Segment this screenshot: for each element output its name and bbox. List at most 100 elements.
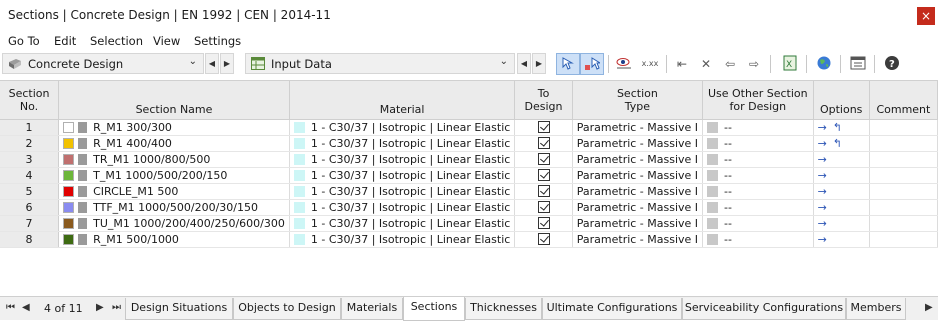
move-left-icon[interactable]: ⇦: [718, 53, 742, 75]
section-name-cell[interactable]: T_M1 1000/500/200/150: [58, 167, 290, 184]
select-in-model-icon[interactable]: [580, 53, 604, 75]
to-design-checkbox[interactable]: [537, 232, 550, 245]
to-design-checkbox[interactable]: [537, 200, 550, 213]
globe-icon[interactable]: [812, 53, 836, 75]
select-in-table-icon[interactable]: [556, 53, 580, 75]
header-comment[interactable]: Comment: [869, 81, 938, 120]
section-type-cell[interactable]: Parametric - Massive I: [572, 215, 704, 232]
tab-serviceability-configurations[interactable]: Serviceability Configurations: [682, 298, 846, 320]
reinforcement-option-icon[interactable]: →: [818, 233, 827, 246]
table-row[interactable]: 8 R_M1 500/1000 1 - C30/37 | Isotropic | L…: [0, 231, 938, 248]
section-type-cell[interactable]: Parametric - Massive I: [572, 183, 704, 200]
header-section-name[interactable]: Section Name: [58, 81, 290, 120]
table-row[interactable]: 1 R_M1 300/300 1 - C30/37 | Isotropic | Li…: [0, 119, 938, 136]
section-name-cell[interactable]: TU_M1 1000/200/400/250/600/300: [58, 215, 290, 232]
stress-strain-icon[interactable]: ↰: [833, 137, 842, 150]
view-eye-icon[interactable]: [612, 53, 636, 75]
header-material[interactable]: Material: [289, 81, 516, 120]
menu-go-to[interactable]: Go To: [8, 34, 40, 48]
header-section-no[interactable]: Section No.: [0, 81, 60, 120]
options-cell[interactable]: →: [813, 183, 870, 200]
prev-table-button[interactable]: ◀: [517, 53, 531, 74]
table-row[interactable]: 4 T_M1 1000/500/200/150 1 - C30/37 | Isotr…: [0, 167, 938, 184]
to-design-checkbox[interactable]: [537, 152, 550, 165]
section-name-cell[interactable]: R_M1 400/400: [58, 135, 290, 152]
to-design-cell[interactable]: [514, 183, 573, 200]
menu-settings[interactable]: Settings: [194, 34, 241, 48]
tab-design-situations[interactable]: Design Situations: [125, 298, 233, 320]
table-row[interactable]: 7 TU_M1 1000/200/400/250/600/300 1 - C30/3…: [0, 215, 938, 232]
help-icon[interactable]: ?: [880, 53, 904, 75]
section-name-cell[interactable]: R_M1 500/1000: [58, 231, 290, 248]
options-cell[interactable]: → ↰: [813, 119, 870, 136]
to-design-checkbox[interactable]: [537, 168, 550, 181]
to-design-checkbox[interactable]: [537, 120, 550, 133]
tab-ultimate-configurations[interactable]: Ultimate Configurations: [542, 298, 682, 320]
comment-cell[interactable]: [869, 215, 938, 232]
tab-materials[interactable]: Materials: [341, 298, 403, 320]
options-cell[interactable]: →: [813, 215, 870, 232]
move-right-icon[interactable]: ⇨: [742, 53, 766, 75]
header-to-design[interactable]: To Design: [514, 81, 573, 120]
tab-members[interactable]: Members: [846, 298, 906, 320]
first-page-icon[interactable]: ⏮: [6, 302, 15, 313]
use-other-section-cell[interactable]: --: [702, 199, 814, 216]
module-combo[interactable]: Concrete Design ⌄: [2, 53, 204, 74]
scroll-tabs-right-icon[interactable]: ▶: [925, 302, 933, 313]
options-cell[interactable]: →: [813, 199, 870, 216]
use-other-section-cell[interactable]: --: [702, 167, 814, 184]
reinforcement-option-icon[interactable]: →: [818, 121, 827, 134]
material-cell[interactable]: 1 - C30/37 | Isotropic | Linear Elastic: [289, 183, 516, 200]
comment-cell[interactable]: [869, 119, 938, 136]
reinforcement-option-icon[interactable]: →: [818, 137, 827, 150]
table-combo[interactable]: Input Data ⌄: [245, 53, 515, 74]
excel-export-icon[interactable]: X: [778, 53, 802, 75]
last-page-icon[interactable]: ⏭: [112, 302, 121, 313]
tab-objects-to-design[interactable]: Objects to Design: [233, 298, 341, 320]
options-cell[interactable]: →: [813, 167, 870, 184]
reinforcement-option-icon[interactable]: →: [818, 153, 827, 166]
use-other-section-cell[interactable]: --: [702, 151, 814, 168]
section-name-cell[interactable]: CIRCLE_M1 500: [58, 183, 290, 200]
table-row[interactable]: 5 CIRCLE_M1 500 1 - C30/37 | Isotropic | L…: [0, 183, 938, 200]
use-other-section-cell[interactable]: --: [702, 215, 814, 232]
prev-page-icon[interactable]: ◀: [22, 302, 30, 313]
to-design-cell[interactable]: [514, 231, 573, 248]
use-other-section-cell[interactable]: --: [702, 135, 814, 152]
material-cell[interactable]: 1 - C30/37 | Isotropic | Linear Elastic: [289, 199, 516, 216]
to-design-cell[interactable]: [514, 151, 573, 168]
comment-cell[interactable]: [869, 167, 938, 184]
options-cell[interactable]: → ↰: [813, 135, 870, 152]
tab-thicknesses[interactable]: Thicknesses: [465, 298, 542, 320]
menu-edit[interactable]: Edit: [54, 34, 76, 48]
delete-row-icon[interactable]: ✕: [694, 53, 718, 75]
header-use-other-section[interactable]: Use Other Section for Design: [702, 81, 814, 120]
comment-cell[interactable]: [869, 183, 938, 200]
to-design-checkbox[interactable]: [537, 184, 550, 197]
table-settings-icon[interactable]: [846, 53, 870, 75]
to-design-checkbox[interactable]: [537, 216, 550, 229]
reinforcement-option-icon[interactable]: →: [818, 169, 827, 182]
prev-module-button[interactable]: ◀: [205, 53, 219, 74]
number-format-icon[interactable]: x.xx: [638, 53, 662, 75]
next-module-button[interactable]: ▶: [220, 53, 234, 74]
table-row[interactable]: 2 R_M1 400/400 1 - C30/37 | Isotropic | Li…: [0, 135, 938, 152]
to-design-cell[interactable]: [514, 199, 573, 216]
next-table-button[interactable]: ▶: [532, 53, 546, 74]
reinforcement-option-icon[interactable]: →: [818, 217, 827, 230]
insert-row-icon[interactable]: ⇤: [670, 53, 694, 75]
options-cell[interactable]: →: [813, 231, 870, 248]
comment-cell[interactable]: [869, 199, 938, 216]
use-other-section-cell[interactable]: --: [702, 183, 814, 200]
menu-view[interactable]: View: [153, 34, 180, 48]
menu-selection[interactable]: Selection: [90, 34, 143, 48]
stress-strain-icon[interactable]: ↰: [833, 121, 842, 134]
to-design-checkbox[interactable]: [537, 136, 550, 149]
section-name-cell[interactable]: TR_M1 1000/800/500: [58, 151, 290, 168]
to-design-cell[interactable]: [514, 135, 573, 152]
reinforcement-option-icon[interactable]: →: [818, 201, 827, 214]
close-button[interactable]: ×: [917, 7, 935, 25]
table-row[interactable]: 3 TR_M1 1000/800/500 1 - C30/37 | Isotropi…: [0, 151, 938, 168]
use-other-section-cell[interactable]: --: [702, 231, 814, 248]
comment-cell[interactable]: [869, 135, 938, 152]
